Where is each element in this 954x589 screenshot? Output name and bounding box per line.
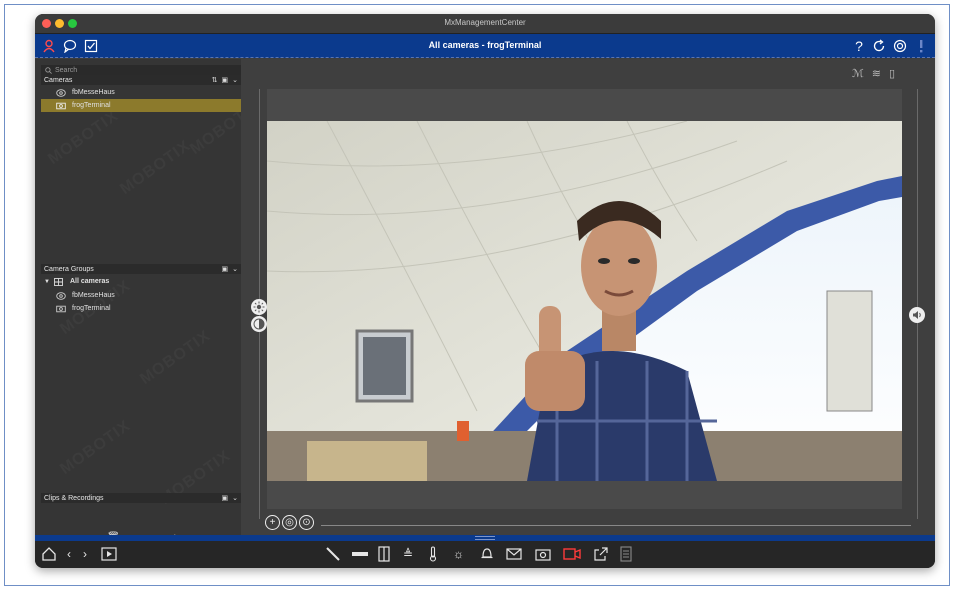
group-options-icon[interactable]: ▣ — [222, 265, 229, 273]
live-view-panel: ℳ ≋ ▯ + ◎ ⊙ — [241, 59, 935, 535]
search-icon — [45, 66, 52, 74]
cameras-section-label: Cameras — [44, 76, 73, 84]
snapshot-icon[interactable] — [535, 546, 551, 562]
door-icon[interactable] — [377, 546, 391, 562]
box-camera-icon — [55, 102, 67, 110]
slider-track-right — [917, 89, 918, 519]
dome-camera-icon — [55, 291, 67, 300]
sensor-icon[interactable]: ≋ — [872, 67, 881, 80]
group-name: All cameras — [69, 278, 110, 285]
back-icon[interactable]: ‹ — [67, 546, 71, 562]
watermark: MOBOTIX — [137, 327, 214, 389]
bar-icon[interactable] — [351, 546, 369, 562]
camera-list-item-selected[interactable]: frogTerminal — [41, 99, 241, 112]
zoom-reset-button[interactable]: ◎ — [282, 515, 297, 530]
sort-icon[interactable]: ⇅ — [212, 76, 218, 84]
clips-section-header[interactable]: Clips & Recordings ▣ ⌄ — [41, 493, 241, 503]
search-placeholder: Search — [55, 66, 78, 74]
group-camera-item[interactable]: fbMesseHaus — [41, 289, 241, 302]
app-window: MxManagementCenter All cameras - frogTer… — [35, 14, 935, 568]
zoom-controls: + ◎ ⊙ — [265, 515, 314, 531]
zoom-position-button[interactable]: ⊙ — [299, 515, 314, 530]
watermark: MOBOTIX — [45, 107, 122, 169]
view-tools: ℳ ≋ ▯ — [852, 67, 895, 80]
camera-list-item[interactable]: fbMesseHaus — [41, 86, 241, 99]
camera-name: fbMesseHaus — [72, 292, 115, 299]
camera-name: frogTerminal — [72, 102, 111, 109]
camera-name: frogTerminal — [72, 305, 111, 312]
export-icon[interactable] — [593, 546, 609, 562]
window-title: MxManagementCenter — [444, 18, 526, 27]
watermark: MOBOTIX — [117, 137, 194, 199]
camera-groups-section-label: Camera Groups — [44, 265, 94, 273]
watermark: MOBOTIX — [57, 417, 134, 479]
group-root-item[interactable]: ▼ All cameras — [41, 275, 241, 288]
chevron-down-icon[interactable]: ⌄ — [232, 494, 238, 502]
cameras-section-header[interactable]: Cameras ⇅ ▣ ⌄ — [41, 75, 241, 85]
box-camera-icon — [55, 305, 67, 313]
record-icon[interactable] — [563, 546, 581, 562]
camera-options-icon[interactable]: ▣ — [222, 76, 229, 84]
brightness-icon[interactable] — [251, 299, 267, 315]
camera-video-feed[interactable] — [267, 121, 902, 481]
search-input[interactable]: Search — [41, 65, 241, 75]
contrast-icon[interactable] — [251, 316, 267, 332]
alert-icon[interactable] — [912, 37, 930, 55]
clip-options-icon[interactable]: ▣ — [222, 494, 229, 502]
zoom-slider-track[interactable] — [321, 525, 911, 526]
thermometer-icon[interactable] — [428, 546, 438, 562]
disclosure-triangle-icon[interactable]: ▼ — [44, 279, 50, 285]
home-icon[interactable] — [41, 546, 57, 562]
clips-section-label: Clips & Recordings — [44, 494, 104, 502]
door-icon[interactable]: ▯ — [889, 67, 895, 80]
bottom-toolbar: ‹ › ≜ ☼ — [35, 541, 935, 568]
grid-icon — [53, 277, 65, 286]
title-bar: MxManagementCenter — [35, 14, 935, 34]
ptz-icon[interactable] — [325, 546, 341, 562]
camera-name: fbMesseHaus — [72, 89, 115, 96]
dome-camera-icon — [55, 88, 67, 97]
bell-icon[interactable] — [480, 546, 494, 562]
view-title: All cameras - frogTerminal — [428, 40, 542, 50]
mail-icon[interactable] — [506, 546, 522, 562]
divider-handle[interactable] — [475, 536, 495, 540]
light-icon[interactable]: ≜ — [403, 546, 413, 562]
camera-groups-section-header[interactable]: Camera Groups ▣ ⌄ — [41, 264, 241, 274]
lamp-icon[interactable]: ☼ — [453, 546, 464, 562]
settings-icon[interactable] — [891, 37, 909, 55]
playback-icon[interactable] — [101, 546, 117, 562]
forward-icon[interactable]: › — [83, 546, 87, 562]
help-icon[interactable]: ? — [850, 37, 868, 55]
speaker-icon[interactable] — [909, 307, 925, 323]
video-container — [267, 89, 902, 509]
refresh-icon[interactable] — [870, 37, 888, 55]
notes-icon[interactable] — [619, 546, 633, 562]
microphone-icon[interactable]: ℳ — [852, 67, 864, 80]
chevron-down-icon[interactable]: ⌄ — [232, 265, 238, 273]
zoom-in-button[interactable]: + — [265, 515, 280, 530]
group-camera-item[interactable]: frogTerminal — [41, 302, 241, 315]
left-panel: MOBOTIX MOBOTIX MOBOTIX MOBOTIX MOBOTIX … — [35, 59, 241, 546]
header-bar: All cameras - frogTerminal ? — [35, 34, 935, 58]
chevron-down-icon[interactable]: ⌄ — [232, 76, 238, 84]
